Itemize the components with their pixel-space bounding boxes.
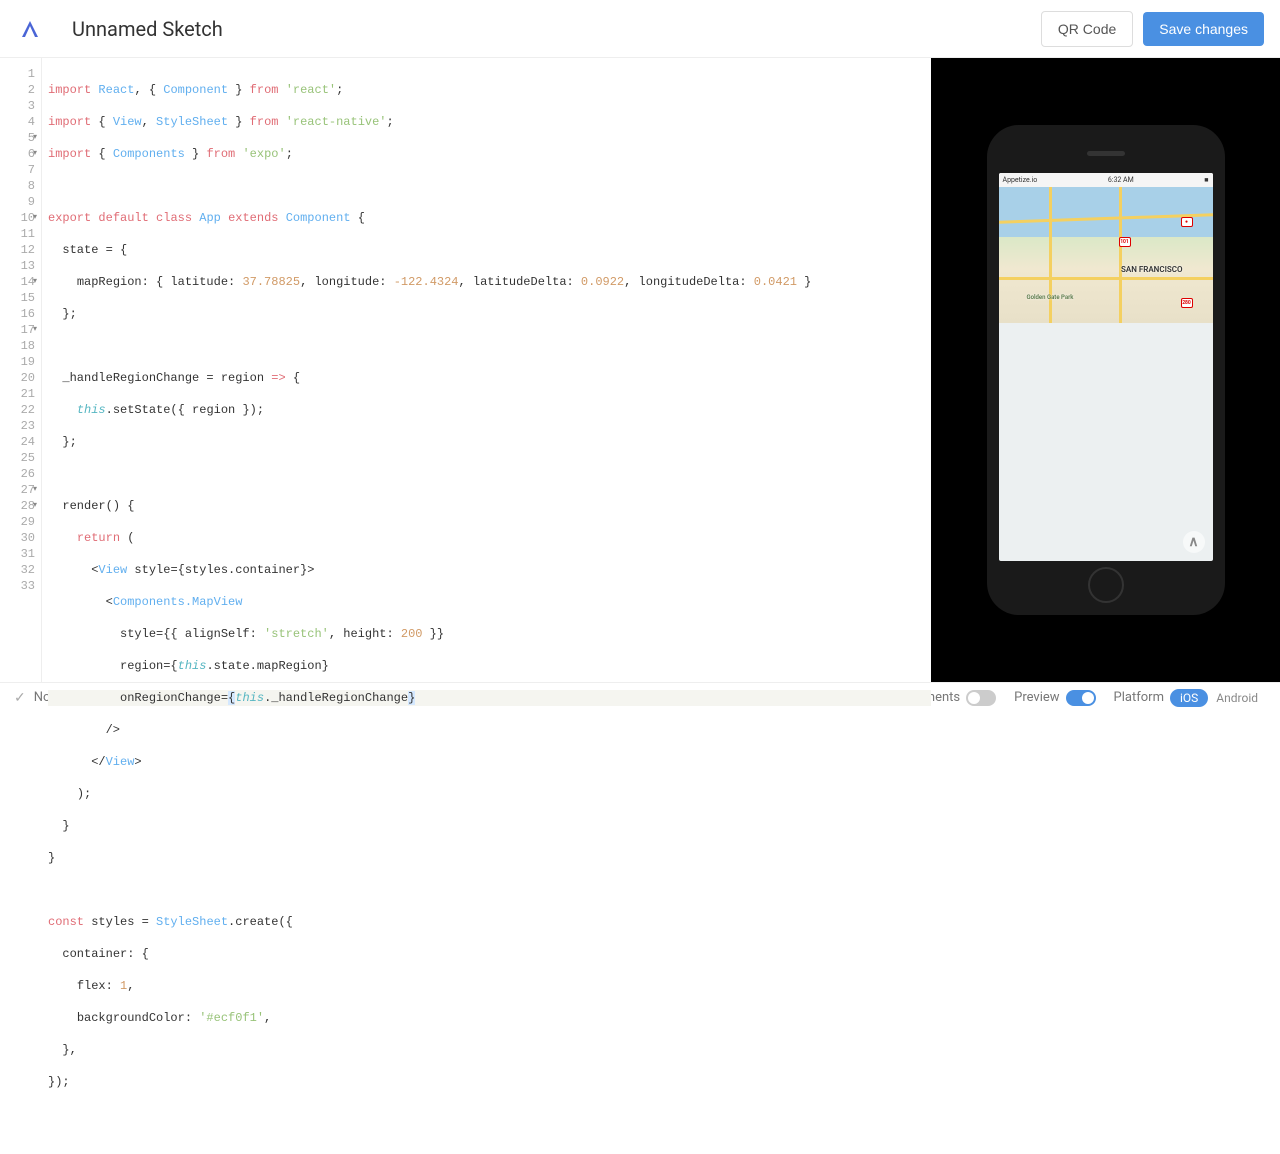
sketch-title[interactable]: Unnamed Sketch (72, 17, 1041, 41)
logo-icon[interactable] (16, 15, 44, 43)
phone-screen[interactable]: Appetize.io 6:32 AM ■ ● 101 280 SAN FRAN… (999, 173, 1213, 561)
route-shield-280: 280 (1181, 298, 1193, 308)
map-park-label: Golden Gate Park (1027, 294, 1074, 301)
preview-panel: Appetize.io 6:32 AM ■ ● 101 280 SAN FRAN… (931, 58, 1280, 682)
map-view[interactable]: ● 101 280 SAN FRANCISCO Golden Gate Park (999, 187, 1213, 323)
preview-toggle[interactable] (1066, 690, 1096, 706)
home-button[interactable] (1088, 567, 1124, 603)
components-toggle[interactable] (966, 690, 996, 706)
qr-code-button[interactable]: QR Code (1041, 11, 1133, 47)
platform-ios[interactable]: iOS (1170, 689, 1208, 707)
main: 1234 56789 10111213 14151617 18192021 22… (0, 58, 1280, 682)
check-icon: ✓ (14, 690, 26, 706)
platform-label: Platform (1114, 690, 1164, 705)
expo-badge-icon[interactable]: ∧ (1183, 531, 1205, 553)
header: Unnamed Sketch QR Code Save changes (0, 0, 1280, 58)
status-bar: Appetize.io 6:32 AM ■ (999, 173, 1213, 187)
status-battery: ■ (1204, 176, 1208, 184)
code-content[interactable]: import React, { Component } from 'react'… (42, 58, 931, 682)
preview-label: Preview (1014, 690, 1059, 705)
code-editor[interactable]: 1234 56789 10111213 14151617 18192021 22… (0, 58, 931, 682)
status-time: 6:32 AM (1108, 176, 1134, 184)
save-changes-button[interactable]: Save changes (1143, 12, 1264, 46)
platform-toggle[interactable]: iOS Android (1170, 689, 1266, 707)
map-city-label: SAN FRANCISCO (1121, 265, 1183, 274)
line-gutter: 1234 56789 10111213 14151617 18192021 22… (0, 58, 42, 682)
status-carrier: Appetize.io (1003, 176, 1038, 184)
route-shield: ● (1181, 217, 1193, 227)
phone-frame: Appetize.io 6:32 AM ■ ● 101 280 SAN FRAN… (987, 125, 1225, 615)
phone-speaker (1087, 151, 1125, 156)
platform-android[interactable]: Android (1208, 689, 1266, 707)
route-shield-101: 101 (1119, 237, 1131, 247)
